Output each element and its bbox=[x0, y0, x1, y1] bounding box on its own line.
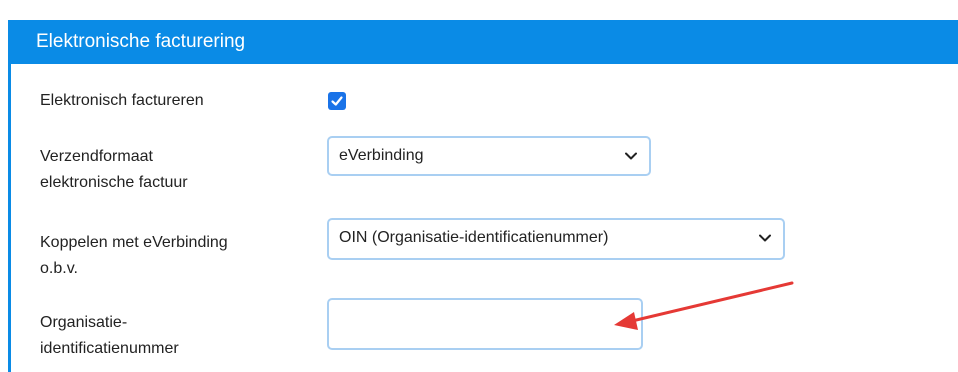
link-by-select[interactable]: OIN (Organisatie-identificatienummer) bbox=[327, 218, 785, 260]
send-format-select[interactable]: eVerbinding bbox=[327, 136, 651, 176]
section-header: Elektronische facturering bbox=[8, 20, 958, 64]
e-invoice-checkbox[interactable] bbox=[328, 92, 346, 110]
link-by-label-line2: o.b.v. bbox=[40, 260, 78, 277]
send-format-label-line1: Verzendformaat bbox=[40, 148, 153, 165]
e-invoice-label-text: Elektronisch factureren bbox=[40, 92, 204, 109]
oin-label-line1: Organisatie- bbox=[40, 314, 128, 331]
oin-label: Organisatie- identificatienummer bbox=[40, 310, 179, 362]
send-format-value: eVerbinding bbox=[339, 147, 424, 164]
e-invoice-label: Elektronisch factureren bbox=[40, 88, 204, 114]
link-by-label: Koppelen met eVerbinding o.b.v. bbox=[40, 230, 228, 282]
send-format-label-line2: elektronische factuur bbox=[40, 174, 188, 191]
chevron-down-icon bbox=[625, 138, 637, 174]
chevron-down-icon bbox=[759, 220, 771, 256]
check-icon bbox=[331, 96, 343, 106]
link-by-label-line1: Koppelen met eVerbinding bbox=[40, 234, 228, 251]
section-title: Elektronische facturering bbox=[36, 31, 246, 52]
oin-input[interactable] bbox=[327, 298, 643, 350]
link-by-value: OIN (Organisatie-identificatienummer) bbox=[339, 229, 609, 246]
oin-label-line2: identificatienummer bbox=[40, 340, 179, 357]
electronic-invoicing-panel: Elektronische facturering Elektronisch f… bbox=[0, 0, 958, 372]
send-format-label: Verzendformaat elektronische factuur bbox=[40, 144, 188, 196]
panel-left-border bbox=[8, 64, 11, 372]
